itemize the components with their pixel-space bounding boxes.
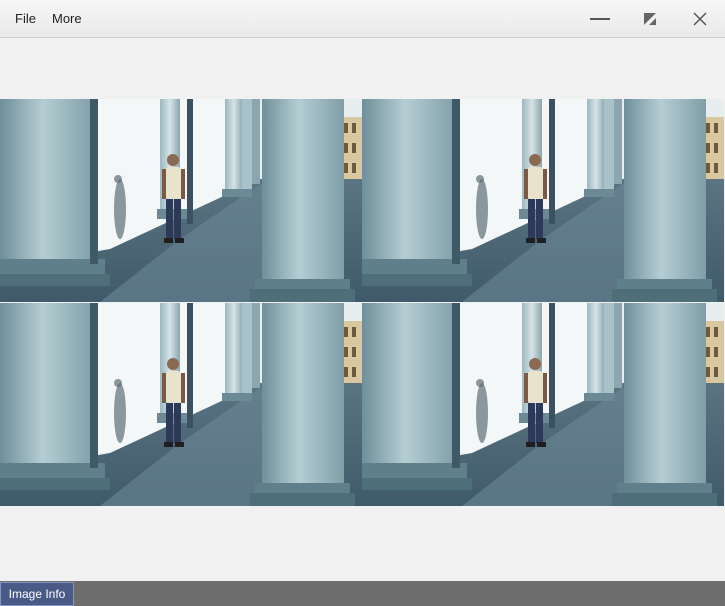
image-viewport[interactable]	[0, 38, 725, 581]
menu-file[interactable]: File	[15, 11, 36, 26]
image-info-button[interactable]: Image Info	[0, 582, 74, 606]
colonnade-image	[0, 99, 362, 302]
app-window: File More Image Info	[0, 0, 725, 606]
maximize-button[interactable]	[633, 4, 667, 34]
status-bar: Image Info	[0, 581, 725, 606]
colonnade-image	[362, 303, 724, 506]
colonnade-image	[362, 99, 724, 302]
image-tile	[362, 303, 724, 506]
minimize-button[interactable]	[583, 4, 617, 34]
close-button[interactable]	[683, 4, 717, 34]
colonnade-image	[0, 303, 362, 506]
menu-more[interactable]: More	[52, 11, 82, 26]
image-tile	[0, 99, 362, 302]
image-grid	[0, 99, 725, 506]
minimize-icon	[590, 18, 610, 20]
image-tile	[0, 303, 362, 506]
close-icon	[693, 12, 707, 26]
maximize-icon	[644, 13, 656, 25]
menu-bar: File More	[0, 0, 725, 38]
image-tile	[362, 99, 724, 302]
